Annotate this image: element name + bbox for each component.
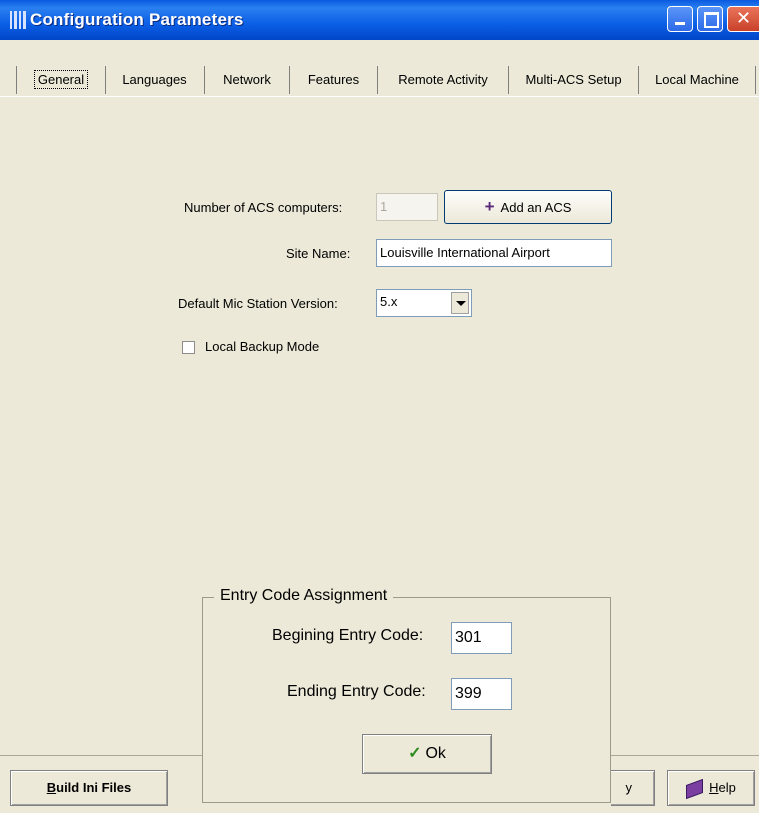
ok-label: Ok	[425, 745, 446, 762]
tab-features[interactable]: Features	[290, 66, 378, 94]
tab-multi-acs-setup-label: Multi-ACS Setup	[525, 72, 622, 87]
minimize-icon	[675, 22, 685, 25]
add-acs-button[interactable]: + Add an ACS	[444, 190, 612, 224]
add-acs-label: Add an ACS	[500, 200, 572, 215]
tab-local-machine-label: Local Machine	[655, 72, 739, 87]
chevron-down-icon[interactable]	[451, 292, 469, 314]
tab-network[interactable]: Network	[205, 66, 290, 94]
local-backup-label: Local Backup Mode	[205, 339, 320, 354]
acs-count-field: 1	[376, 193, 438, 221]
begin-code-field[interactable]: 301	[451, 622, 512, 654]
entry-code-title: Entry Code Assignment	[214, 587, 394, 605]
close-icon: ✕	[735, 8, 752, 29]
mic-version-select[interactable]: 5.x	[376, 289, 472, 317]
build-mnemonic: B	[46, 780, 57, 795]
build-ini-files-label: uild Ini Files	[56, 780, 132, 795]
tab-languages-label: Languages	[122, 72, 187, 87]
end-code-label: Ending Entry Code:	[287, 683, 426, 700]
mic-version-value: 5.x	[380, 294, 398, 309]
mic-version-label: Default Mic Station Version:	[178, 296, 338, 311]
tab-multi-acs-setup[interactable]: Multi-ACS Setup	[509, 66, 639, 94]
ok-button[interactable]: ✓ Ok	[362, 734, 492, 774]
tab-general[interactable]: General	[16, 66, 106, 94]
maximize-icon	[704, 12, 719, 28]
minimize-button[interactable]	[667, 6, 693, 32]
local-backup-checkbox[interactable]	[182, 341, 195, 354]
tab-general-label: General	[33, 70, 89, 89]
tab-strip: General Languages Network Features Remot…	[0, 66, 759, 96]
app-icon	[10, 11, 26, 29]
maximize-button[interactable]	[697, 6, 723, 32]
tab-remote-activity-label: Remote Activity	[398, 72, 488, 87]
end-code-field[interactable]: 399	[451, 678, 512, 710]
begin-code-label: Begining Entry Code:	[272, 627, 424, 644]
checkmark-icon: ✓	[408, 745, 422, 762]
book-icon	[686, 778, 704, 799]
window-title: Configuration Parameters	[30, 10, 244, 29]
close-button[interactable]: ✕	[727, 6, 759, 32]
help-mnemonic: H	[709, 780, 719, 795]
title-bar[interactable]: Configuration Parameters ✕	[0, 0, 759, 40]
tab-divider	[0, 96, 759, 97]
tab-remote-activity[interactable]: Remote Activity	[378, 66, 509, 94]
tab-local-machine[interactable]: Local Machine	[639, 66, 756, 94]
apply-label: y	[625, 780, 633, 795]
site-name-field[interactable]: Louisville International Airport	[376, 239, 612, 267]
build-ini-files-button[interactable]: Build Ini Files	[10, 770, 168, 806]
plus-icon: +	[484, 197, 495, 216]
site-name-label: Site Name:	[286, 246, 351, 261]
help-button[interactable]: Help	[667, 770, 755, 806]
tab-features-label: Features	[307, 72, 360, 87]
help-label-rest: elp	[718, 780, 736, 795]
tab-network-label: Network	[223, 72, 271, 87]
tab-languages[interactable]: Languages	[105, 66, 205, 94]
acs-count-label: Number of ACS computers:	[184, 200, 343, 215]
